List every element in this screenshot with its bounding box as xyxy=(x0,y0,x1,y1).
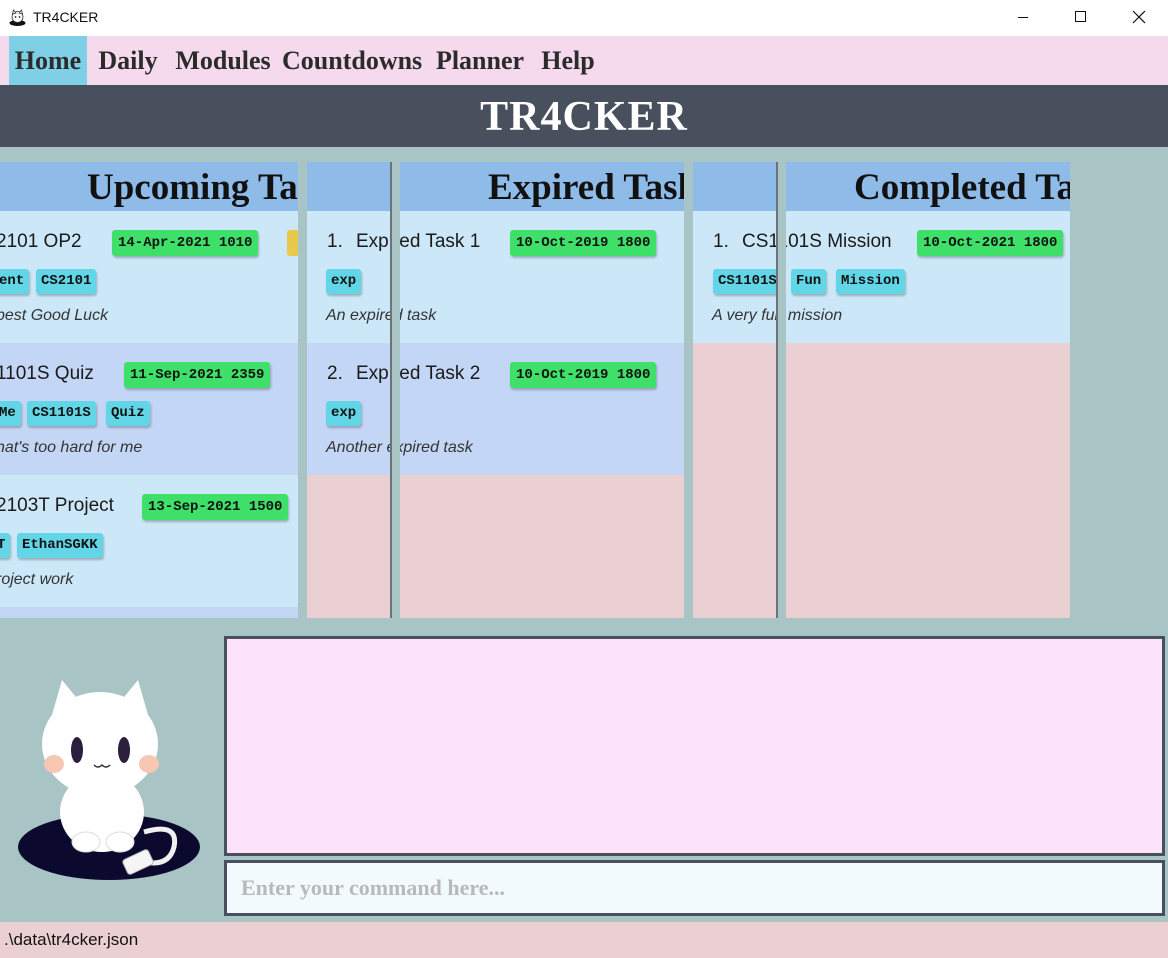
maximize-button[interactable] xyxy=(1052,0,1110,36)
tag-badge: Me xyxy=(0,401,21,426)
window-titlebar: TR4CKER xyxy=(0,0,1168,36)
task-card[interactable]: 2101 OP2 14-Apr-2021 1010 ent CS2101 bes… xyxy=(0,211,298,343)
tag-badge: exp xyxy=(326,269,362,294)
task-card[interactable]: 1. Expired Task 1 10-Oct-2019 1800 exp A… xyxy=(307,211,684,343)
tag-badge: CS1101S xyxy=(713,269,782,294)
task-name: 2101 OP2 xyxy=(0,231,82,252)
deadline-badge: 10-Oct-2019 1800 xyxy=(510,230,657,256)
task-card[interactable]: 1. CS1101S Mission 10-Oct-2021 1800 CS11… xyxy=(693,211,1070,343)
task-card[interactable]: 2103T Project 13-Sep-2021 1500 T EthanSG… xyxy=(0,475,298,607)
tag-badge: CS2101 xyxy=(36,269,97,294)
data-file-path: .\data\tr4cker.json xyxy=(4,930,139,949)
deadline-badge: 14-Apr-2021 1010 xyxy=(112,230,259,256)
tag-badge: Mission xyxy=(836,269,905,294)
expired-tasks-panel[interactable]: Expired Tasks 1. Expired Task 1 10-Oct-2… xyxy=(307,162,684,618)
upcoming-tasks-panel[interactable]: Upcoming Task 2101 OP2 14-Apr-2021 1010 … xyxy=(0,162,298,618)
tag-badge: EthanSGKK xyxy=(17,533,103,558)
upcoming-tasks-title: Upcoming Task xyxy=(87,167,298,208)
panel-gap xyxy=(392,162,400,618)
menu-modules[interactable]: Modules xyxy=(172,36,274,85)
tag-badge: ent xyxy=(0,269,30,294)
task-index: 1. xyxy=(327,231,343,252)
menu-planner[interactable]: Planner xyxy=(431,36,529,85)
deadline-badge: 11-Sep-2021 2359 xyxy=(124,362,271,388)
tag-badge: CS1101S xyxy=(27,401,96,426)
tag-badge: Fun xyxy=(791,269,827,294)
expired-tasks-title: Expired Tasks xyxy=(488,167,684,208)
tag-badge: Quiz xyxy=(106,401,150,426)
minimize-button[interactable] xyxy=(994,0,1052,36)
command-input[interactable] xyxy=(241,863,1141,913)
task-card[interactable]: 2. Expired Task 2 10-Oct-2019 1800 exp A… xyxy=(307,343,684,475)
maximize-icon xyxy=(1075,11,1086,22)
close-icon xyxy=(1132,10,1146,24)
task-index: 2. xyxy=(327,363,343,384)
minimize-icon xyxy=(1018,17,1028,18)
page-title: TR4CKER xyxy=(480,94,688,140)
priority-badge xyxy=(287,230,298,256)
menu-bar: Home Daily Modules Countdowns Planner He… xyxy=(0,36,1168,85)
menu-daily[interactable]: Daily xyxy=(94,36,162,85)
header-banner: TR4CKER xyxy=(0,85,1168,147)
menu-home[interactable]: Home xyxy=(9,36,87,85)
window-title: TR4CKER xyxy=(33,9,99,25)
menu-countdowns[interactable]: Countdowns xyxy=(282,36,422,85)
task-description: best Good Luck xyxy=(0,307,109,324)
close-button[interactable] xyxy=(1110,0,1168,36)
cat-mascot-icon xyxy=(18,680,200,880)
task-index: 1. xyxy=(713,231,729,252)
cat-app-icon xyxy=(9,9,26,26)
task-card[interactable]: 1101S Quiz 11-Sep-2021 2359 Me CS1101S Q… xyxy=(0,343,298,475)
task-name: Expired Task 1 xyxy=(356,231,481,252)
tag-badge: T xyxy=(0,533,11,558)
command-box[interactable] xyxy=(224,860,1165,916)
tag-badge: exp xyxy=(326,401,362,426)
task-description: roject work xyxy=(0,571,74,588)
task-description: An expired task xyxy=(326,307,437,324)
completed-tasks-title: Completed Tas xyxy=(854,167,1070,208)
task-name: Expired Task 2 xyxy=(356,363,481,384)
deadline-badge: 10-Oct-2019 1800 xyxy=(510,362,657,388)
completed-tasks-panel[interactable]: Completed Tas 1. CS1101S Mission 10-Oct-… xyxy=(693,162,1070,618)
deadline-badge: 13-Sep-2021 1500 xyxy=(142,494,289,520)
task-name: 2103T Project xyxy=(0,495,114,516)
deadline-badge: 10-Oct-2021 1800 xyxy=(917,230,1064,256)
panel-gap xyxy=(778,162,786,618)
task-description: hat's too hard for me xyxy=(0,439,143,456)
task-name: 1101S Quiz xyxy=(0,363,94,384)
result-display xyxy=(224,636,1165,856)
status-bar: .\data\tr4cker.json xyxy=(0,922,1168,958)
menu-help[interactable]: Help xyxy=(537,36,599,85)
task-name: CS1101S Mission xyxy=(742,231,892,252)
